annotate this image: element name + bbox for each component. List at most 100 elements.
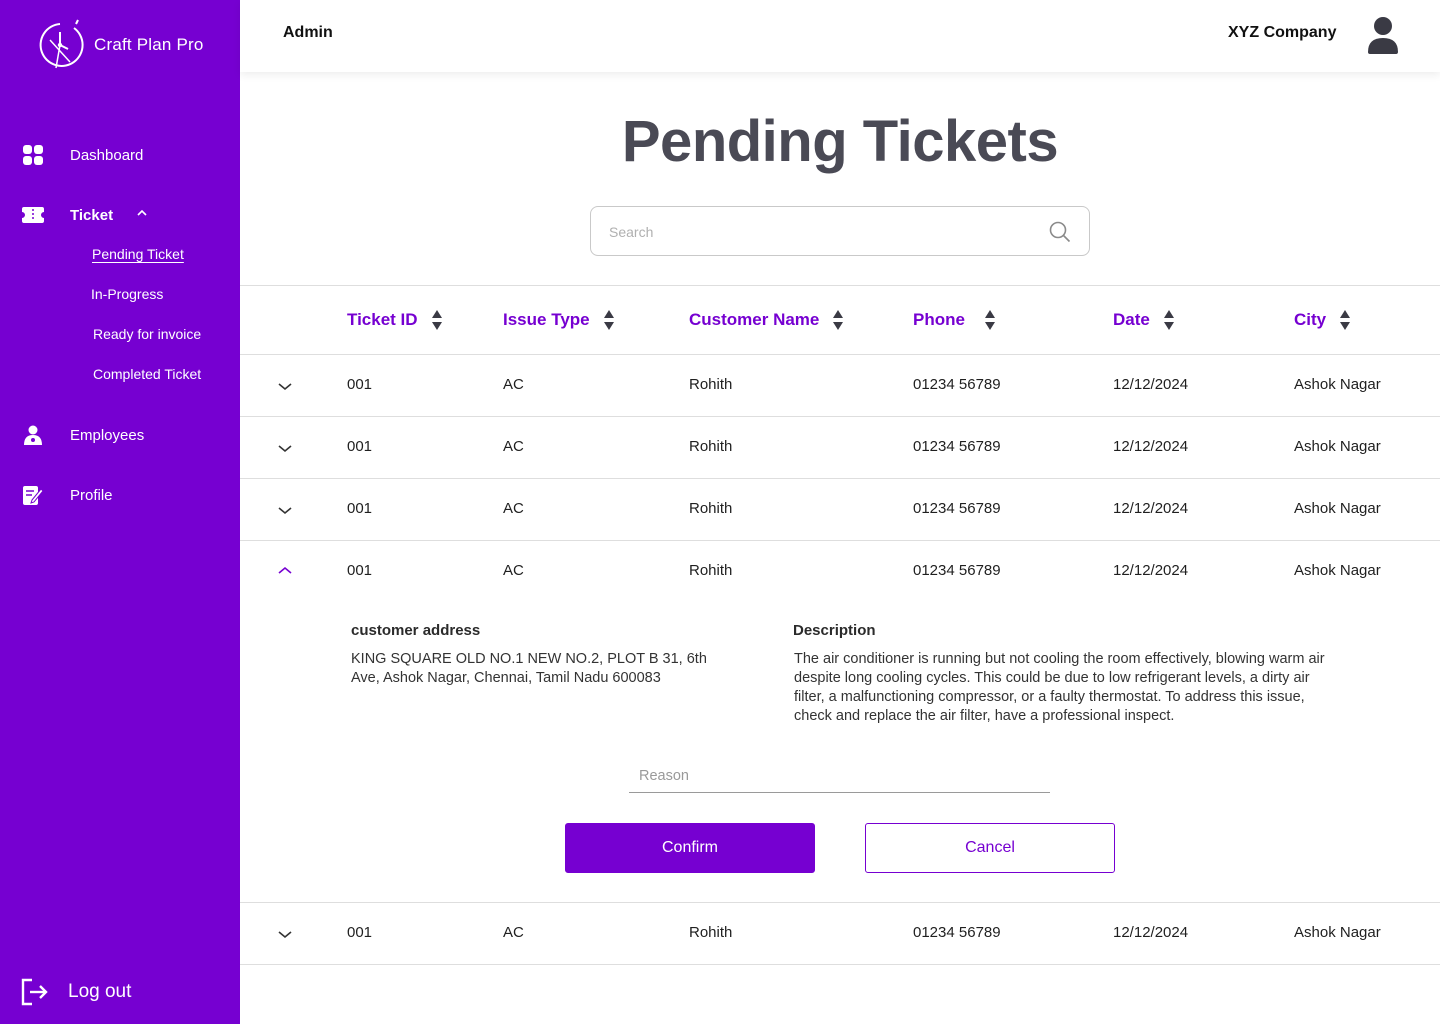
address-line: KING SQUARE OLD NO.1 NEW NO.2, PLOT B 31… — [351, 651, 707, 667]
column-header-issue-type[interactable]: Issue Type — [503, 310, 614, 330]
phone-cell: 01234 56789 — [913, 376, 1001, 393]
phone-cell: 01234 56789 — [913, 500, 1001, 517]
date-cell: 12/12/2024 — [1113, 438, 1189, 455]
sort-icon[interactable] — [603, 310, 614, 330]
description-line: filter, a malfunctioning compressor, or … — [794, 689, 1305, 705]
column-header-customer-name[interactable]: Customer Name — [689, 310, 844, 330]
description-label: Description — [793, 622, 876, 639]
sidebar-item-profile[interactable]: Profile — [22, 483, 113, 507]
customer-name-cell: Rohith — [689, 438, 733, 455]
sort-icon[interactable] — [431, 310, 442, 330]
cancel-button[interactable]: Cancel — [865, 823, 1115, 873]
address-label: customer address — [351, 622, 481, 639]
city-cell: Ashok Nagar — [1294, 924, 1381, 941]
date-cell: 12/12/2024 — [1113, 376, 1189, 393]
ticket-id-cell: 001 — [347, 562, 373, 579]
issue-type-cell: AC — [503, 500, 524, 517]
table-divider — [240, 478, 1440, 479]
confirm-button[interactable]: Confirm — [565, 823, 815, 873]
profile-edit-icon — [22, 484, 44, 506]
logout-button[interactable]: Log out — [20, 978, 131, 1006]
issue-type-cell: AC — [503, 924, 524, 941]
issue-type-cell: AC — [503, 562, 524, 579]
search-input[interactable] — [609, 221, 1029, 243]
sidebar-subitem-pending-ticket[interactable]: Pending Ticket — [92, 246, 184, 262]
column-label: Date — [1113, 310, 1150, 329]
column-header-city[interactable]: City — [1294, 310, 1351, 330]
description-line: check and replace the air filter, have a… — [794, 708, 1175, 724]
employee-icon — [22, 424, 44, 446]
sidebar-item-label: Dashboard — [70, 146, 144, 164]
chevron-up-icon[interactable] — [277, 564, 293, 576]
user-avatar-icon[interactable] — [1366, 16, 1400, 54]
column-label: Customer Name — [689, 310, 820, 329]
dashboard-grid-icon — [22, 144, 44, 166]
city-cell: Ashok Nagar — [1294, 376, 1381, 393]
column-header-ticket-id[interactable]: Ticket ID — [347, 310, 442, 330]
company-name: XYZ Company — [1228, 24, 1337, 41]
column-label: Phone — [913, 310, 965, 329]
search-icon[interactable] — [1049, 221, 1071, 243]
sort-icon[interactable] — [833, 310, 844, 330]
date-cell: 12/12/2024 — [1113, 562, 1189, 579]
table-divider — [240, 540, 1440, 541]
customer-name-cell: Rohith — [689, 376, 733, 393]
sidebar-subitem-completed-ticket[interactable]: Completed Ticket — [93, 366, 201, 382]
sidebar-item-label: Profile — [70, 486, 113, 504]
table-divider — [240, 416, 1440, 417]
city-cell: Ashok Nagar — [1294, 562, 1381, 579]
sidebar-subitem-ready-for-invoice[interactable]: Ready for invoice — [93, 326, 201, 342]
ticket-id-cell: 001 — [347, 500, 373, 517]
chevron-up-icon[interactable] — [136, 207, 148, 219]
clock-logo-icon — [39, 19, 84, 69]
sidebar: Craft Plan Pro Dashboard Ticket Pending … — [0, 0, 240, 1024]
sidebar-subitem-in-progress[interactable]: In-Progress — [91, 286, 163, 302]
customer-name-cell: Rohith — [689, 562, 733, 579]
date-cell: 12/12/2024 — [1113, 924, 1189, 941]
phone-cell: 01234 56789 — [913, 562, 1001, 579]
app-logo[interactable]: Craft Plan Pro — [36, 18, 204, 72]
sidebar-item-dashboard[interactable]: Dashboard — [22, 143, 143, 167]
sort-icon[interactable] — [1340, 310, 1351, 330]
ticket-id-cell: 001 — [347, 924, 373, 941]
user-role: Admin — [283, 24, 333, 41]
address-line: Ave, Ashok Nagar, Chennai, Tamil Nadu 60… — [351, 670, 661, 686]
column-header-date[interactable]: Date — [1113, 310, 1174, 330]
app-name: Craft Plan Pro — [94, 35, 204, 54]
search-box — [590, 206, 1090, 256]
sidebar-item-ticket[interactable]: Ticket — [22, 203, 147, 227]
chevron-down-icon[interactable] — [277, 504, 293, 516]
phone-cell: 01234 56789 — [913, 924, 1001, 941]
customer-name-cell: Rohith — [689, 500, 733, 517]
page-title: Pending Tickets — [621, 109, 1059, 174]
city-cell: Ashok Nagar — [1294, 500, 1381, 517]
description-line: The air conditioner is running but not c… — [794, 651, 1325, 667]
column-label: Issue Type — [503, 310, 590, 329]
issue-type-cell: AC — [503, 438, 524, 455]
customer-name-cell: Rohith — [689, 924, 733, 941]
issue-type-cell: AC — [503, 376, 524, 393]
sidebar-item-label: Employees — [70, 426, 145, 444]
chevron-down-icon[interactable] — [277, 380, 293, 392]
ticket-id-cell: 001 — [347, 438, 373, 455]
column-header-phone[interactable]: Phone — [913, 310, 995, 330]
chevron-down-icon[interactable] — [277, 442, 293, 454]
description-line: despite long cooling cycles. This could … — [794, 670, 1310, 686]
ticket-id-cell: 001 — [347, 376, 373, 393]
table-divider — [240, 902, 1440, 903]
table-divider — [240, 285, 1440, 286]
table-divider — [240, 354, 1440, 355]
reason-input[interactable] — [629, 760, 1050, 793]
city-cell: Ashok Nagar — [1294, 438, 1381, 455]
column-label: City — [1294, 310, 1327, 329]
sort-icon[interactable] — [1163, 310, 1174, 330]
phone-cell: 01234 56789 — [913, 438, 1001, 455]
top-header: Admin XYZ Company — [240, 0, 1440, 72]
sort-icon[interactable] — [984, 310, 995, 330]
ticket-icon — [22, 204, 44, 226]
date-cell: 12/12/2024 — [1113, 500, 1189, 517]
chevron-down-icon[interactable] — [277, 928, 293, 940]
logout-label: Log out — [68, 981, 132, 1002]
sidebar-item-label: Ticket — [70, 206, 114, 224]
sidebar-item-employees[interactable]: Employees — [22, 423, 144, 447]
